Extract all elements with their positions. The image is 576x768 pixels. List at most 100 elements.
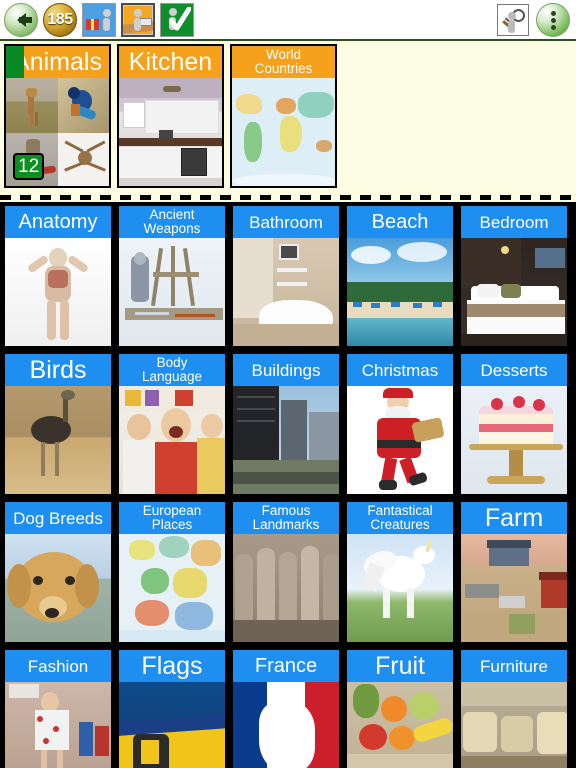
- tile-title: Buildings: [251, 360, 321, 380]
- tile-thumbnail: [5, 534, 111, 642]
- category-tile-body-language[interactable]: Body Language: [117, 352, 227, 496]
- recent-row: Animals 12 Kitchen World Countries: [4, 44, 576, 188]
- tile-title: Furniture: [479, 656, 549, 676]
- tile-title: Body Language: [141, 355, 203, 384]
- tile-header: Famous Landmarks: [233, 502, 339, 534]
- category-tile-bedroom[interactable]: Bedroom: [459, 204, 569, 348]
- category-tile-fashion[interactable]: Fashion: [3, 648, 113, 768]
- mode-button-quiz[interactable]: [160, 3, 194, 37]
- tile-title: Bedroom: [479, 212, 549, 232]
- mode-button-study[interactable]: [121, 3, 155, 37]
- category-tile-european-places[interactable]: European Places: [117, 500, 227, 644]
- category-tile-desserts[interactable]: Desserts: [459, 352, 569, 496]
- category-tile-buildings[interactable]: Buildings: [231, 352, 341, 496]
- category-tile-kitchen[interactable]: Kitchen: [117, 44, 224, 188]
- category-tile-dog-breeds[interactable]: Dog Breeds: [3, 500, 113, 644]
- tile-header: Desserts: [461, 354, 567, 386]
- checkmark-icon: [169, 7, 191, 33]
- thumb-spider: [57, 133, 109, 186]
- menu-button[interactable]: [536, 3, 570, 37]
- recent-section: Animals 12 Kitchen World Countries: [0, 41, 576, 193]
- category-tile-fruit[interactable]: Fruit: [345, 648, 455, 768]
- tile-header: Body Language: [119, 354, 225, 386]
- tile-thumbnail: [119, 238, 225, 346]
- tile-header: Farm: [461, 502, 567, 534]
- gift-icon: [86, 19, 99, 30]
- tile-title: Christmas: [361, 360, 439, 380]
- tile-thumbnail: [5, 386, 111, 494]
- tile-header: Anatomy: [5, 206, 111, 238]
- category-grid: Anatomy Ancient Weapons Bathroom Beach B…: [0, 202, 576, 768]
- section-divider: [0, 193, 576, 202]
- tile-thumbnail: [233, 238, 339, 346]
- tile-thumbnail: [119, 78, 222, 186]
- category-tile-world-countries[interactable]: World Countries: [230, 44, 337, 188]
- tile-title: Anatomy: [18, 211, 98, 233]
- tile-title: Famous Landmarks: [252, 503, 320, 532]
- tile-header: Bathroom: [233, 206, 339, 238]
- thumb-lizard: 12: [6, 133, 58, 186]
- menu-dot-icon: [550, 24, 556, 30]
- back-button[interactable]: [4, 3, 38, 37]
- thumb-bird: [57, 78, 109, 133]
- tile-header: Fantastical Creatures: [347, 502, 453, 534]
- tile-header: Ancient Weapons: [119, 206, 225, 238]
- search-button[interactable]: [497, 4, 529, 36]
- tile-header: Dog Breeds: [5, 502, 111, 534]
- tile-header: Beach: [347, 206, 453, 238]
- menu-dot-icon: [550, 17, 556, 23]
- grid-row: Dog Breeds European Places Famous Landma…: [3, 500, 576, 644]
- tile-header: France: [233, 650, 339, 682]
- category-tile-fantastical-creatures[interactable]: Fantastical Creatures: [345, 500, 455, 644]
- menu-dot-icon: [550, 10, 556, 16]
- tile-thumbnail: [119, 534, 225, 642]
- category-tile-beach[interactable]: Beach: [345, 204, 455, 348]
- tile-thumbnail: [233, 534, 339, 642]
- mode-button-gift[interactable]: [82, 3, 116, 37]
- tile-thumbnail: [461, 682, 567, 768]
- category-tile-ancient-weapons[interactable]: Ancient Weapons: [117, 204, 227, 348]
- tile-thumbnail: [347, 386, 453, 494]
- tile-thumbnail: 12: [6, 78, 109, 186]
- category-tile-flags[interactable]: Flags: [117, 648, 227, 768]
- tile-title: Fantastical Creatures: [367, 503, 433, 532]
- tile-title: Farm: [484, 503, 544, 532]
- owned-indicator-tab: [6, 46, 24, 78]
- category-tile-christmas[interactable]: Christmas: [345, 352, 455, 496]
- tile-title: Beach: [371, 211, 429, 233]
- laptop-icon: [140, 18, 152, 26]
- tile-title: European Places: [142, 503, 202, 532]
- tile-thumbnail: [461, 238, 567, 346]
- tile-thumbnail: [461, 386, 567, 494]
- category-tile-france[interactable]: France: [231, 648, 341, 768]
- coin-score-value: 185: [47, 11, 73, 28]
- tile-title: Bathroom: [249, 212, 323, 232]
- grid-row: Fashion Flags France Fruit Furniture: [3, 648, 576, 768]
- tile-title: Kitchen: [128, 47, 213, 76]
- thumb-giraffe: [6, 78, 58, 133]
- category-tile-bathroom[interactable]: Bathroom: [231, 204, 341, 348]
- grid-row: Birds Body Language Buildings Christmas …: [3, 352, 576, 496]
- category-tile-farm[interactable]: Farm: [459, 500, 569, 644]
- person-body-icon: [508, 20, 515, 33]
- person-body-icon: [134, 18, 141, 31]
- tile-thumbnail: [461, 534, 567, 642]
- category-tile-animals[interactable]: Animals 12: [4, 44, 111, 188]
- person-head-icon: [508, 12, 516, 20]
- grid-row: Anatomy Ancient Weapons Bathroom Beach B…: [3, 204, 576, 348]
- tile-header: Animals: [6, 46, 109, 78]
- category-tile-famous-landmarks[interactable]: Famous Landmarks: [231, 500, 341, 644]
- tile-header: Christmas: [347, 354, 453, 386]
- category-tile-anatomy[interactable]: Anatomy: [3, 204, 113, 348]
- tile-title: Birds: [29, 355, 87, 384]
- tile-title: Dog Breeds: [13, 508, 103, 528]
- tile-thumbnail: [347, 238, 453, 346]
- tile-header: Furniture: [461, 650, 567, 682]
- category-tile-furniture[interactable]: Furniture: [459, 648, 569, 768]
- tile-header: Birds: [5, 354, 111, 386]
- category-tile-birds[interactable]: Birds: [3, 352, 113, 496]
- person-head-icon: [103, 9, 111, 17]
- tile-header: Kitchen: [119, 46, 222, 78]
- tile-title: Desserts: [480, 360, 548, 380]
- toolbar-right-group: [497, 3, 570, 37]
